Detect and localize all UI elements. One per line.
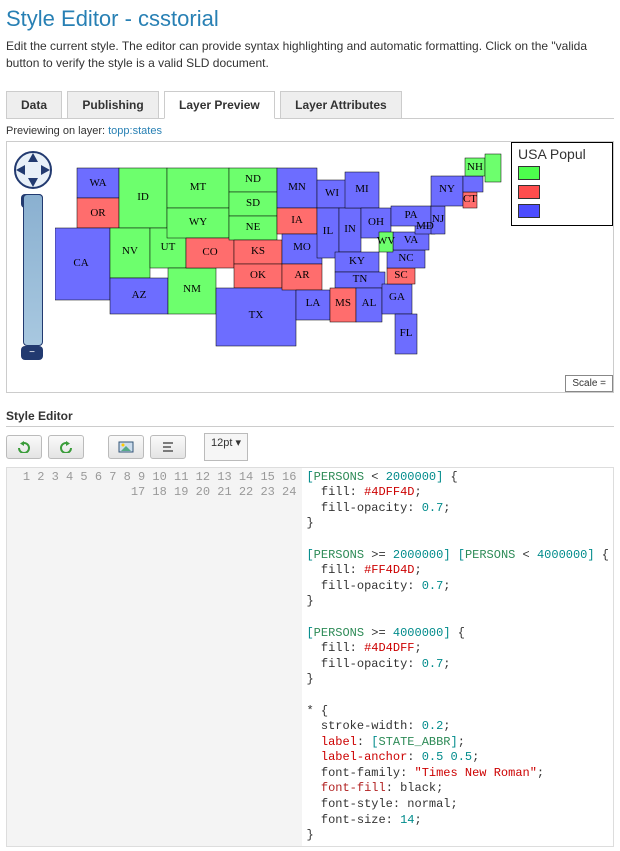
code-content[interactable]: [PERSONS < 2000000] { fill: #4DFF4D; fil… xyxy=(302,468,613,846)
preview-label: Previewing on layer: topp:states xyxy=(6,125,614,137)
svg-text:WY: WY xyxy=(189,216,207,228)
svg-text:TX: TX xyxy=(249,309,264,321)
svg-text:WV: WV xyxy=(377,235,395,247)
svg-text:NC: NC xyxy=(398,252,413,264)
svg-text:MO: MO xyxy=(293,241,311,253)
scale-readout: Scale = xyxy=(565,375,613,392)
tab-publishing[interactable]: Publishing xyxy=(67,91,158,118)
font-size-select[interactable]: 12pt ▾ xyxy=(204,433,248,461)
image-button[interactable] xyxy=(108,435,144,459)
svg-text:ID: ID xyxy=(137,191,149,203)
legend-swatch-1 xyxy=(518,166,540,180)
svg-text:VA: VA xyxy=(404,234,419,246)
svg-text:NV: NV xyxy=(122,245,138,257)
legend-title: USA Popul xyxy=(518,146,606,162)
svg-text:PA: PA xyxy=(404,209,417,221)
svg-text:CA: CA xyxy=(73,257,88,269)
svg-text:FL: FL xyxy=(400,327,413,339)
tab-layer-preview[interactable]: Layer Preview xyxy=(164,91,275,119)
svg-text:NY: NY xyxy=(439,183,455,195)
svg-text:WA: WA xyxy=(89,177,106,189)
svg-text:NJ: NJ xyxy=(432,213,445,225)
legend-swatch-3 xyxy=(518,204,540,218)
redo-button[interactable] xyxy=(48,435,84,459)
svg-text:MN: MN xyxy=(288,181,306,193)
format-button[interactable] xyxy=(150,435,186,459)
svg-text:CT: CT xyxy=(463,193,477,205)
svg-text:TN: TN xyxy=(353,273,368,285)
svg-text:IA: IA xyxy=(291,214,303,226)
page-description: Edit the current style. The editor can p… xyxy=(6,38,614,72)
usa-map: WA OR CA ID NV UT AZ NM MT WY CO ND SD N… xyxy=(55,150,535,380)
svg-text:KS: KS xyxy=(251,245,265,257)
svg-text:AL: AL xyxy=(362,297,377,309)
svg-text:SD: SD xyxy=(246,197,260,209)
tab-layer-attributes[interactable]: Layer Attributes xyxy=(280,91,402,118)
map-preview[interactable]: + − xyxy=(6,141,614,393)
zoom-out-button[interactable]: − xyxy=(21,346,43,360)
editor-toolbar: 12pt ▾ xyxy=(6,433,614,461)
legend: USA Popul xyxy=(511,142,613,226)
style-editor-heading: Style Editor xyxy=(6,409,614,427)
tab-bar: Data Publishing Layer Preview Layer Attr… xyxy=(6,90,614,119)
svg-text:MS: MS xyxy=(335,297,351,309)
undo-button[interactable] xyxy=(6,435,42,459)
line-gutter: 1 2 3 4 5 6 7 8 9 10 11 12 13 14 15 16 1… xyxy=(7,468,302,846)
zoom-slider[interactable] xyxy=(23,194,43,346)
svg-text:OR: OR xyxy=(90,207,106,219)
svg-text:IL: IL xyxy=(323,225,334,237)
legend-swatch-2 xyxy=(518,185,540,199)
svg-text:KY: KY xyxy=(349,255,365,267)
preview-layer-link[interactable]: topp:states xyxy=(108,125,162,137)
svg-text:OH: OH xyxy=(368,216,384,228)
svg-text:IN: IN xyxy=(344,223,356,235)
svg-text:MT: MT xyxy=(190,181,207,193)
svg-text:NE: NE xyxy=(246,221,261,233)
page-title: Style Editor - csstorial xyxy=(6,6,614,32)
tab-data[interactable]: Data xyxy=(6,91,62,118)
svg-text:GA: GA xyxy=(389,291,405,303)
svg-text:AZ: AZ xyxy=(132,289,147,301)
svg-text:OK: OK xyxy=(250,269,266,281)
svg-text:NH: NH xyxy=(467,161,483,173)
svg-text:NM: NM xyxy=(183,283,201,295)
svg-text:UT: UT xyxy=(161,241,176,253)
svg-text:MI: MI xyxy=(355,183,369,195)
svg-text:ND: ND xyxy=(245,173,261,185)
pan-control[interactable] xyxy=(13,150,53,190)
svg-text:CO: CO xyxy=(202,246,217,258)
svg-text:SC: SC xyxy=(394,269,407,281)
svg-text:AR: AR xyxy=(294,269,310,281)
svg-text:WI: WI xyxy=(325,187,339,199)
svg-text:LA: LA xyxy=(306,297,321,309)
code-editor[interactable]: 1 2 3 4 5 6 7 8 9 10 11 12 13 14 15 16 1… xyxy=(6,467,614,847)
